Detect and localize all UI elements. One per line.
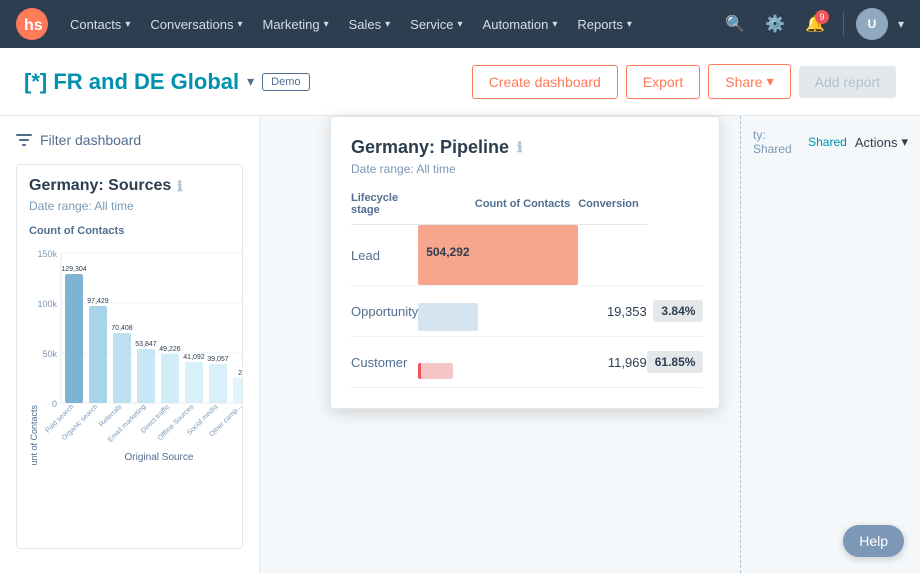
- nav-automation[interactable]: Automation ▾: [473, 0, 568, 48]
- count-contacts-header: Count of Contacts: [418, 192, 578, 225]
- lifecycle-label-customer: Customer: [351, 337, 418, 388]
- svg-text:Original Source: Original Source: [125, 452, 194, 463]
- avatar[interactable]: U: [856, 8, 888, 40]
- nav-contacts[interactable]: Contacts ▾: [60, 0, 140, 48]
- info-icon[interactable]: ℹ: [517, 139, 522, 156]
- chevron-down-icon: ▾: [385, 19, 390, 30]
- pipeline-modal-title: Germany: Pipeline ℹ: [351, 137, 699, 158]
- sidebar-panel: Filter dashboard Germany: Sources ℹ Date…: [0, 116, 260, 573]
- svg-text:97,429: 97,429: [87, 298, 109, 305]
- chevron-down-icon: ▾: [237, 19, 242, 30]
- content-area: Filter dashboard Germany: Sources ℹ Date…: [0, 116, 920, 573]
- page-title-area: [*] FR and DE Global ▾ Demo: [24, 69, 472, 95]
- conversion-header: Conversion: [578, 192, 647, 225]
- chevron-down-icon[interactable]: ▾: [898, 17, 904, 31]
- info-icon[interactable]: ℹ: [177, 178, 182, 195]
- lead-conversion-cell: [578, 225, 647, 286]
- lifecycle-stage-header: Lifecycle stage: [351, 192, 418, 225]
- notifications-icon[interactable]: 🔔 9: [799, 8, 831, 40]
- chart-title: Germany: Sources ℹ: [29, 177, 230, 195]
- add-report-button: Add report: [799, 66, 896, 98]
- navbar: hs Contacts ▾ Conversations ▾ Marketing …: [0, 0, 920, 48]
- page-header: [*] FR and DE Global ▾ Demo Create dashb…: [0, 48, 920, 116]
- chevron-down-icon: ▾: [627, 19, 632, 30]
- nav-reports[interactable]: Reports ▾: [567, 0, 642, 48]
- y-axis-title: Count of Contacts: [29, 225, 230, 237]
- export-button[interactable]: Export: [626, 65, 700, 99]
- chevron-down-icon: ▾: [552, 19, 557, 30]
- svg-text:150k: 150k: [37, 249, 57, 259]
- header-actions: Create dashboard Export Share ▾ Add repo…: [472, 64, 896, 99]
- customer-conversion-cell: 61.85%: [647, 337, 704, 388]
- notification-badge: 9: [815, 10, 829, 24]
- svg-text:100k: 100k: [37, 299, 57, 309]
- opportunity-bar-cell: [418, 286, 578, 337]
- svg-text:0: 0: [52, 399, 57, 409]
- right-panel-top: ty: Shared Shared Actions ▾: [753, 128, 908, 156]
- chevron-down-icon: ▾: [767, 73, 774, 90]
- share-button[interactable]: Share ▾: [708, 64, 790, 99]
- customer-count-cell: 11,969: [578, 337, 647, 388]
- svg-text:hs: hs: [24, 17, 43, 34]
- svg-text:25: 25: [238, 370, 243, 377]
- opportunity-bar-container: [418, 286, 578, 336]
- right-panel: ty: Shared Shared Actions ▾: [740, 116, 920, 573]
- search-icon[interactable]: 🔍: [719, 8, 751, 40]
- nav-sales[interactable]: Sales ▾: [339, 0, 401, 48]
- svg-text:39,057: 39,057: [207, 356, 229, 363]
- chevron-down-icon: ▾: [901, 134, 908, 150]
- nav-service[interactable]: Service ▾: [400, 0, 472, 48]
- lead-count-in-bar: 504,292: [418, 225, 578, 279]
- customer-bar-cell: [418, 337, 578, 388]
- lifecycle-label-opportunity: Opportunity: [351, 286, 418, 337]
- filter-dashboard-button[interactable]: Filter dashboard: [16, 132, 243, 148]
- conversion-badge-customer: 61.85%: [647, 351, 704, 373]
- hubspot-logo[interactable]: hs: [16, 8, 48, 40]
- chevron-down-icon: ▾: [324, 19, 329, 30]
- lifecycle-label-lead: Lead: [351, 225, 418, 286]
- nav-marketing[interactable]: Marketing ▾: [252, 0, 338, 48]
- svg-text:49,226: 49,226: [159, 346, 181, 353]
- opportunity-conversion-cell: 3.84%: [647, 286, 704, 337]
- create-dashboard-button[interactable]: Create dashboard: [472, 65, 618, 99]
- shared-label: Shared: [808, 135, 847, 149]
- actions-dropdown[interactable]: Actions ▾: [855, 134, 908, 150]
- lead-bar-cell: 504,292: [418, 225, 578, 286]
- opportunity-count-cell: 19,353: [578, 286, 647, 337]
- title-chevron-icon[interactable]: ▾: [247, 73, 254, 90]
- nav-items: Contacts ▾ Conversations ▾ Marketing ▾ S…: [60, 0, 719, 48]
- visibility-label: ty: Shared: [753, 128, 800, 156]
- germany-sources-chart: Germany: Sources ℹ Date range: All time …: [16, 164, 243, 549]
- help-button[interactable]: Help: [843, 525, 904, 557]
- bar-chart-svg: 150k 100k 50k 0 129,304 97,429: [29, 245, 243, 465]
- nav-divider: [843, 12, 844, 36]
- lead-bar-container: 504,292: [418, 225, 578, 285]
- svg-text:129,304: 129,304: [61, 266, 86, 273]
- lead-bar: 504,292: [418, 225, 578, 285]
- page-title: [*] FR and DE Global: [24, 69, 239, 95]
- svg-text:41,092: 41,092: [183, 354, 205, 361]
- table-row: Lead 504,292: [351, 225, 703, 286]
- settings-icon[interactable]: ⚙️: [759, 8, 791, 40]
- table-row: Opportunity 19,353 3.84%: [351, 286, 703, 337]
- conversion-badge-opportunity: 3.84%: [653, 300, 703, 322]
- chevron-down-icon: ▾: [125, 19, 130, 30]
- pipeline-table: Lifecycle stage Count of Contacts Conver…: [351, 192, 703, 388]
- demo-badge: Demo: [262, 73, 309, 91]
- nav-right-icons: 🔍 ⚙️ 🔔 9 U ▾: [719, 8, 904, 40]
- customer-bar: [418, 363, 453, 379]
- table-row: Customer 11,969 61.85%: [351, 337, 703, 388]
- pipeline-date-range: Date range: All time: [351, 162, 699, 176]
- chevron-down-icon: ▾: [458, 19, 463, 30]
- svg-text:Count of Contacts: Count of Contacts: [29, 405, 39, 465]
- chart-date-range: Date range: All time: [29, 199, 230, 213]
- svg-text:70,408: 70,408: [111, 325, 133, 332]
- germany-pipeline-modal: Germany: Pipeline ℹ Date range: All time…: [330, 116, 720, 409]
- customer-bar-container: [418, 337, 578, 387]
- svg-text:50k: 50k: [42, 349, 57, 359]
- filter-icon: [16, 133, 32, 147]
- nav-conversations[interactable]: Conversations ▾: [140, 0, 252, 48]
- opportunity-bar: [418, 303, 478, 331]
- svg-text:53,847: 53,847: [135, 341, 157, 348]
